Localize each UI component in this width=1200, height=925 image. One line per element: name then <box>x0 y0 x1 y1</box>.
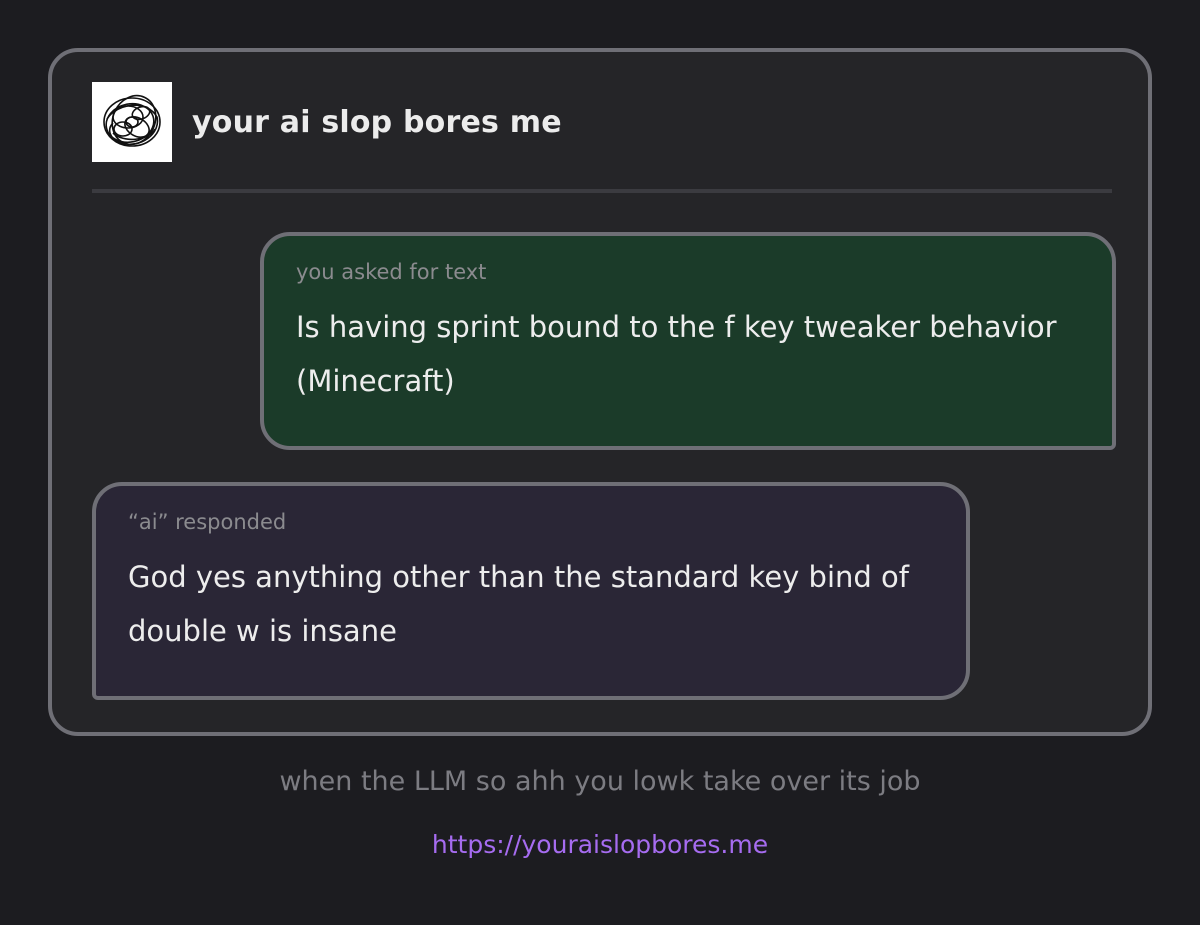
user-message-label: you asked for text <box>296 260 487 284</box>
page: your ai slop bores me you asked for text… <box>0 0 1200 925</box>
header: your ai slop bores me <box>92 82 562 162</box>
chat-card: your ai slop bores me you asked for text… <box>48 48 1152 736</box>
user-message-text: Is having sprint bound to the f key twea… <box>296 310 1057 398</box>
user-message-bubble: you asked for text Is having sprint boun… <box>260 232 1116 450</box>
header-divider <box>92 189 1112 193</box>
ai-message-bubble: “ai” responded God yes anything other th… <box>92 482 970 700</box>
site-link[interactable]: https://youraislopbores.me <box>0 830 1200 859</box>
ai-message-label: “ai” responded <box>128 510 287 534</box>
site-title: your ai slop bores me <box>192 104 562 140</box>
footer-caption: when the LLM so ahh you lowk take over i… <box>279 766 921 797</box>
scribble-logo-icon[interactable] <box>92 82 172 162</box>
ai-message-text: God yes anything other than the standard… <box>128 560 909 648</box>
